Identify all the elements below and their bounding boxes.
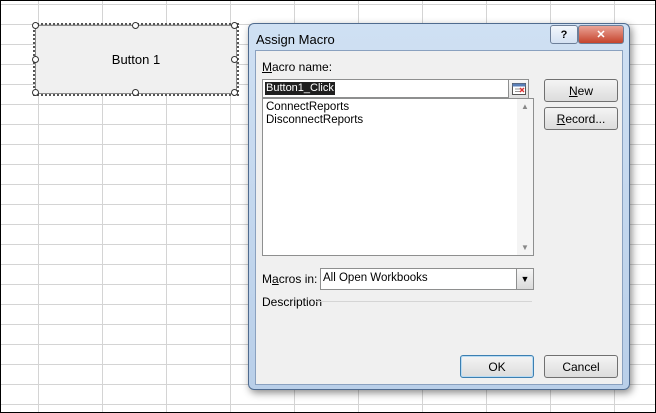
help-icon: ?: [560, 28, 568, 41]
resize-handle[interactable]: [32, 56, 39, 63]
description-label: Description: [262, 295, 323, 309]
ref-edit-button[interactable]: [508, 79, 529, 99]
macro-name-input[interactable]: Button1_Click: [262, 79, 514, 98]
sheet-button-label: Button 1: [111, 52, 161, 67]
macro-listbox[interactable]: ConnectReports DisconnectReports ▲ ▼: [262, 98, 534, 256]
collapse-dialog-icon: [511, 83, 526, 95]
sheet-form-button[interactable]: Button 1: [35, 25, 237, 94]
resize-handle[interactable]: [231, 56, 238, 63]
dialog-title: Assign Macro: [256, 32, 335, 47]
new-button[interactable]: New: [544, 79, 618, 102]
chevron-down-icon[interactable]: ▼: [516, 269, 533, 289]
resize-handle[interactable]: [32, 89, 39, 96]
list-item[interactable]: ConnectReports: [266, 101, 349, 113]
macro-name-selected-text: Button1_Click: [264, 81, 336, 96]
assign-macro-dialog: Assign Macro ? ✕ Macro name: Button1_Cli…: [248, 23, 630, 390]
close-button[interactable]: ✕: [578, 25, 624, 44]
excel-window: Button 1 Assign Macro ? ✕ Macro name: Bu…: [0, 0, 656, 413]
resize-handle[interactable]: [231, 89, 238, 96]
help-button[interactable]: ?: [550, 25, 578, 44]
scroll-up-icon[interactable]: ▲: [521, 102, 529, 111]
listbox-scrollbar[interactable]: ▲ ▼: [517, 99, 533, 255]
cancel-button[interactable]: Cancel: [544, 355, 618, 378]
list-item[interactable]: DisconnectReports: [266, 114, 363, 126]
scroll-down-icon[interactable]: ▼: [521, 243, 529, 252]
resize-handle[interactable]: [32, 22, 39, 29]
resize-handle[interactable]: [231, 22, 238, 29]
resize-handle[interactable]: [132, 89, 139, 96]
ok-button[interactable]: OK: [460, 355, 534, 378]
macros-in-value: All Open Workbooks: [323, 272, 428, 284]
description-divider: [316, 301, 532, 302]
record-button[interactable]: Record...: [544, 107, 618, 130]
macros-in-select[interactable]: All Open Workbooks ▼: [320, 268, 534, 290]
dialog-body: Macro name: Button1_Click ConnectReports…: [255, 50, 623, 385]
close-icon: ✕: [596, 29, 606, 41]
resize-handle[interactable]: [132, 22, 139, 29]
macros-in-label: Macros in:: [262, 272, 318, 286]
macro-name-label: Macro name:: [262, 60, 333, 74]
